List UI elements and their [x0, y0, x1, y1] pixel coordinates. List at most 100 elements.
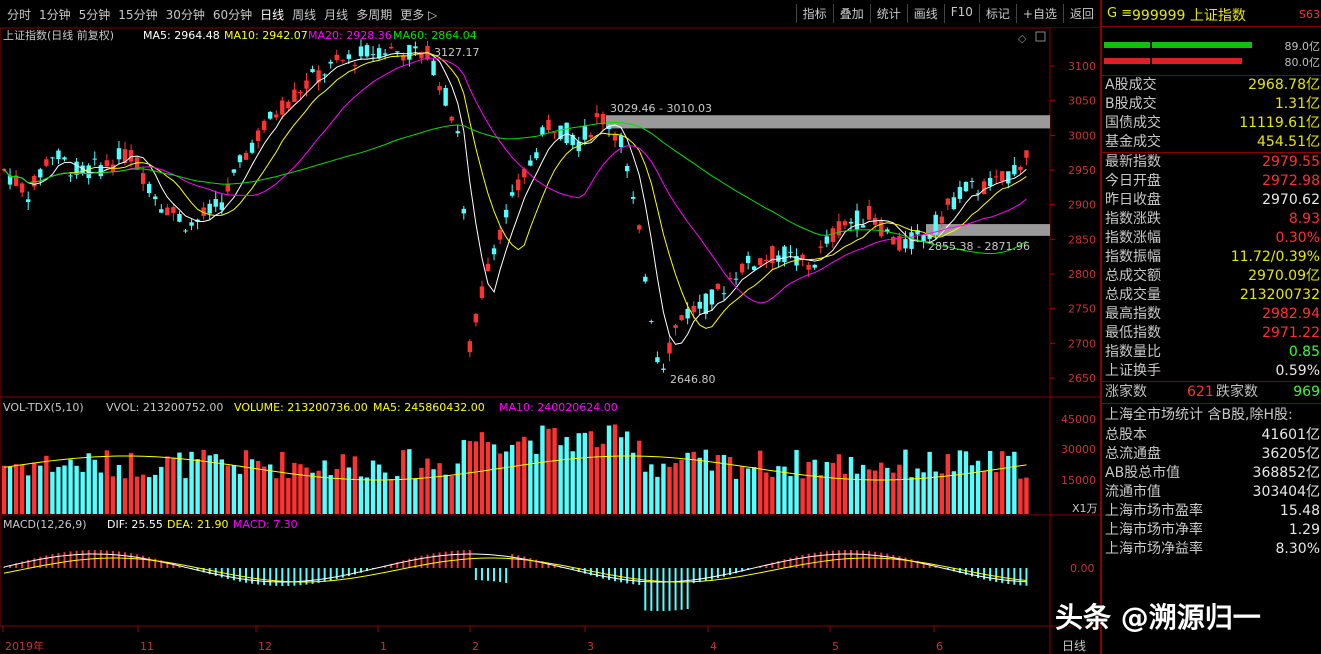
- period-tab-1[interactable]: 1分钟: [35, 6, 75, 23]
- volume-bar: [703, 449, 708, 514]
- candle-body: [455, 131, 460, 134]
- candle-body: [745, 255, 751, 264]
- candle-body: [461, 208, 466, 214]
- volume-bar: [352, 456, 358, 514]
- period-tab-3[interactable]: 15分钟: [114, 6, 161, 23]
- volume-bar: [44, 455, 49, 514]
- volume-bar: [715, 455, 721, 514]
- period-tab-7[interactable]: 周线: [288, 6, 320, 23]
- macd-legend: MACD: 7.30: [233, 518, 298, 531]
- stat-value: 368852亿: [1252, 465, 1320, 481]
- volume-bar: [824, 462, 829, 514]
- x-tick-label: 6: [936, 640, 943, 653]
- period-tab-6[interactable]: 日线: [256, 6, 288, 23]
- period-tab-0[interactable]: 分时: [3, 6, 35, 23]
- volume-bar: [261, 466, 267, 514]
- stat-label: 上海市场市盈率: [1105, 503, 1203, 519]
- tool-button-5[interactable]: 标记: [978, 4, 1016, 23]
- volume-bar: [497, 453, 503, 514]
- volume-bar: [225, 465, 231, 514]
- volume-bar: [612, 424, 618, 514]
- volume-bar: [909, 477, 914, 514]
- quote-row: 昨日收盘 2970.62: [1102, 191, 1321, 210]
- candle-body: [334, 54, 339, 61]
- volume-bar: [13, 464, 19, 514]
- bar2-label: 80.0亿: [1284, 56, 1321, 69]
- volume-bar: [794, 449, 799, 514]
- stat-label: 上海市场净益率: [1105, 541, 1203, 557]
- tool-button-6[interactable]: +自选: [1015, 4, 1063, 23]
- vol-tick-label: 15000: [1061, 474, 1096, 487]
- candle-body: [370, 54, 376, 56]
- period-tab-4[interactable]: 30分钟: [162, 6, 209, 23]
- tool-button-2[interactable]: 统计: [869, 4, 907, 23]
- candle-body: [806, 264, 811, 270]
- volume-bar: [389, 478, 394, 514]
- tool-button-4[interactable]: F10: [943, 4, 979, 23]
- tool-button-3[interactable]: 画线: [906, 4, 944, 23]
- volume-bar: [346, 467, 352, 514]
- candle-body: [395, 51, 400, 53]
- candle-body: [128, 150, 134, 162]
- volume-bar: [159, 466, 164, 514]
- candle-body: [268, 111, 273, 119]
- volume-bar: [552, 427, 557, 514]
- candle-body: [26, 199, 31, 202]
- volume-bar: [128, 452, 134, 514]
- candle-body: [413, 46, 418, 49]
- candle-body: [44, 159, 49, 166]
- tool-button-7[interactable]: 返回: [1062, 4, 1100, 23]
- volume-bar: [26, 475, 31, 514]
- candle-body: [721, 293, 727, 295]
- volume-bar: [679, 459, 684, 514]
- y-tick-label: 2700: [1068, 337, 1096, 350]
- candle-body: [848, 221, 854, 224]
- candle-body: [782, 246, 787, 263]
- period-tab-8[interactable]: 月线: [320, 6, 352, 23]
- candle-body: [697, 301, 702, 309]
- vol-ma5-legend: MA5: 245860432.00: [373, 401, 485, 414]
- dea-line: [3, 557, 1027, 583]
- ma10-legend: MA10: 2942.07: [224, 29, 308, 42]
- candle-body: [473, 314, 479, 323]
- candle-body: [921, 234, 926, 242]
- period-tab-5[interactable]: 60分钟: [209, 6, 256, 23]
- volume-bar: [994, 472, 999, 514]
- volume-bar: [122, 478, 128, 514]
- candle-body: [225, 184, 231, 192]
- volume-bar: [147, 477, 152, 514]
- turnover-row: B股成交 1.31亿: [1102, 95, 1321, 114]
- quote-value: 213200732: [1239, 287, 1320, 303]
- tool-button-0[interactable]: 指标: [795, 4, 833, 23]
- candle-body: [987, 178, 993, 187]
- period-tab-2[interactable]: 5分钟: [75, 6, 115, 23]
- volume-bar: [195, 459, 200, 514]
- bar1-label: 89.0亿: [1284, 40, 1321, 53]
- stat-value: 1.29: [1288, 522, 1320, 538]
- volume-bar: [110, 476, 116, 514]
- period-tab-9[interactable]: 多周期: [352, 6, 396, 23]
- volume-bar: [419, 467, 424, 514]
- volume-bar: [153, 474, 158, 514]
- volume-bar: [643, 471, 648, 514]
- stat-title-text: 上海全市场统计 含B股,除H股:: [1105, 407, 1293, 423]
- volume-bar: [1, 465, 7, 514]
- period-tab-10[interactable]: 更多 ▷: [396, 6, 441, 23]
- y-tick-label: 3000: [1068, 129, 1096, 142]
- candle-body: [709, 289, 715, 305]
- candle-body: [564, 122, 569, 144]
- menu-icon[interactable]: G ≡: [1107, 6, 1132, 21]
- candle-body: [340, 60, 345, 62]
- volume-bar: [207, 455, 212, 514]
- x-tick-label: 2: [472, 640, 479, 653]
- tool-button-1[interactable]: 叠加: [832, 4, 870, 23]
- candle-body: [758, 258, 763, 265]
- resistance-zone: [606, 115, 1050, 129]
- kline-chart[interactable]: 3100305030002950290028502800275027002650…: [0, 28, 1100, 654]
- vol-tick-label: 30000: [1061, 443, 1096, 456]
- stat-row: 上海市场市盈率 15.48: [1102, 502, 1321, 521]
- volume-bar: [382, 472, 388, 514]
- candle-body: [449, 116, 454, 121]
- vol-ma10-legend: MA10: 240020624.00: [499, 401, 618, 414]
- volume-bar: [231, 464, 237, 514]
